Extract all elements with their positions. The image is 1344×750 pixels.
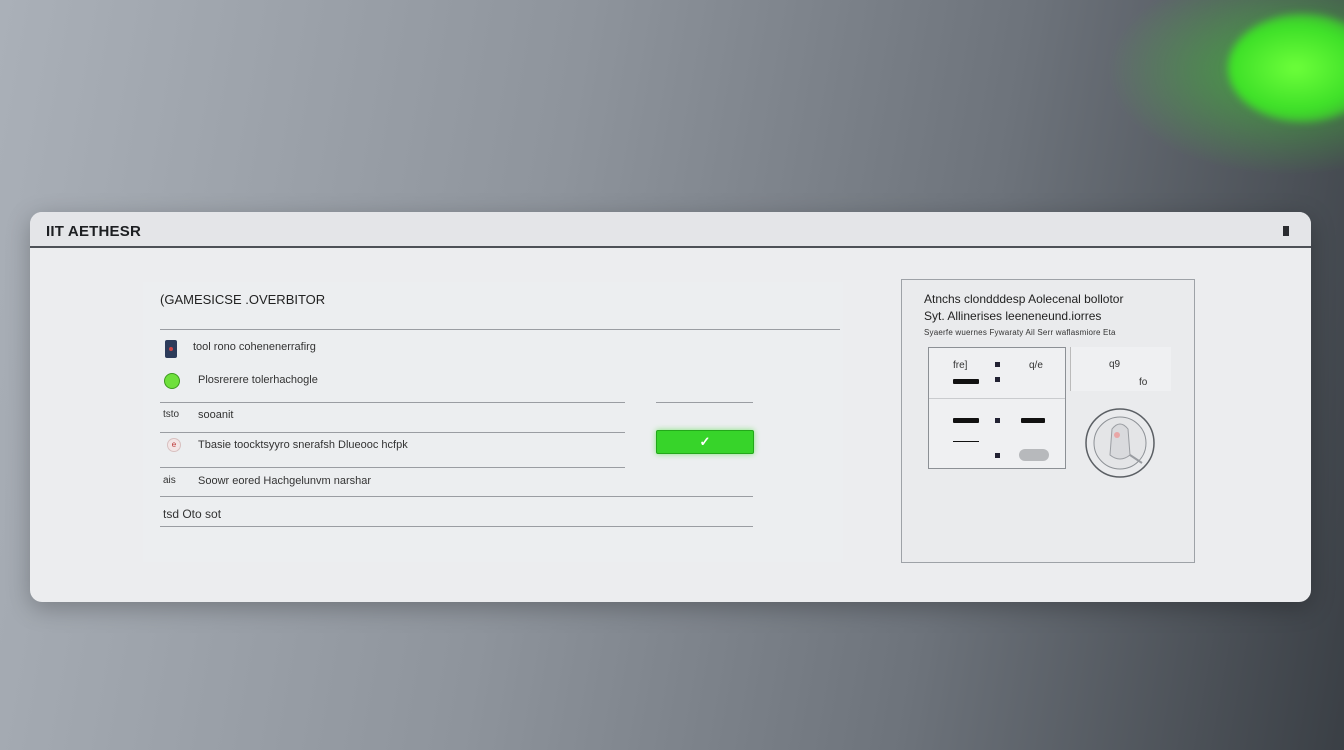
table-bar (953, 418, 979, 423)
details-subheading: Syt. Allinerises leeneneund.iorres (924, 309, 1102, 323)
divider (160, 329, 840, 330)
list-item-text[interactable]: tsd Oto sot (163, 507, 221, 521)
document-icon (165, 340, 177, 358)
list-item-text[interactable]: Soowr eored Hachgelunvm narshar (198, 475, 371, 487)
value-label: fo (1139, 377, 1148, 388)
divider (656, 402, 753, 403)
app-window: IIT AETHESR (GAMESICSE .OVERBITOR tool r… (30, 212, 1311, 602)
panel-title: (GAMESICSE .OVERBITOR (160, 292, 326, 307)
divider (160, 467, 625, 468)
table-bar (953, 379, 979, 384)
window-control-icon[interactable] (1283, 226, 1289, 236)
list-item-text[interactable]: Tbasie toocktsyyro snerafsh Dlueooc hcfp… (198, 439, 408, 451)
list-item-text[interactable]: sooanit (198, 409, 233, 421)
toggle-pill[interactable] (1019, 449, 1049, 461)
confirm-button[interactable]: ✓ (656, 430, 754, 454)
row-label: tsto (163, 409, 180, 420)
row-label: ais (163, 475, 176, 486)
value-column: q9 fo (1070, 347, 1171, 391)
info-icon: e (167, 438, 181, 452)
divider (160, 526, 753, 527)
divider (160, 496, 753, 497)
table-marker (995, 362, 1000, 367)
divider (160, 432, 625, 433)
table-header: fre] (953, 360, 968, 371)
table-bar (1021, 418, 1045, 423)
value-label: q9 (1109, 359, 1121, 370)
dial-icon[interactable] (1082, 405, 1162, 481)
table-marker (995, 377, 1000, 382)
details-panel: Atnchs clondddesp Aolecenal bollotor Syt… (901, 279, 1195, 563)
title-bar: IIT AETHESR (30, 212, 1311, 248)
divider (929, 398, 1065, 399)
overview-panel: (GAMESICSE .OVERBITOR tool rono cohenene… (143, 282, 843, 562)
list-item-text[interactable]: Plosrerere tolerhachogle (198, 374, 318, 386)
status-dot-icon (164, 373, 180, 389)
divider (953, 441, 979, 442)
mini-table: fre] q/e (928, 347, 1066, 469)
table-marker (995, 453, 1000, 458)
table-marker (995, 418, 1000, 423)
app-title: IIT AETHESR (46, 223, 141, 240)
green-glow (1228, 14, 1344, 122)
details-caption: Syaerfe wuernes Fywaraty Ail Serr waflas… (924, 328, 1116, 337)
list-item-text[interactable]: tool rono cohenenerrafirg (193, 341, 316, 353)
table-header: q/e (1029, 360, 1043, 371)
divider (160, 402, 625, 403)
details-heading: Atnchs clondddesp Aolecenal bollotor (924, 292, 1124, 306)
